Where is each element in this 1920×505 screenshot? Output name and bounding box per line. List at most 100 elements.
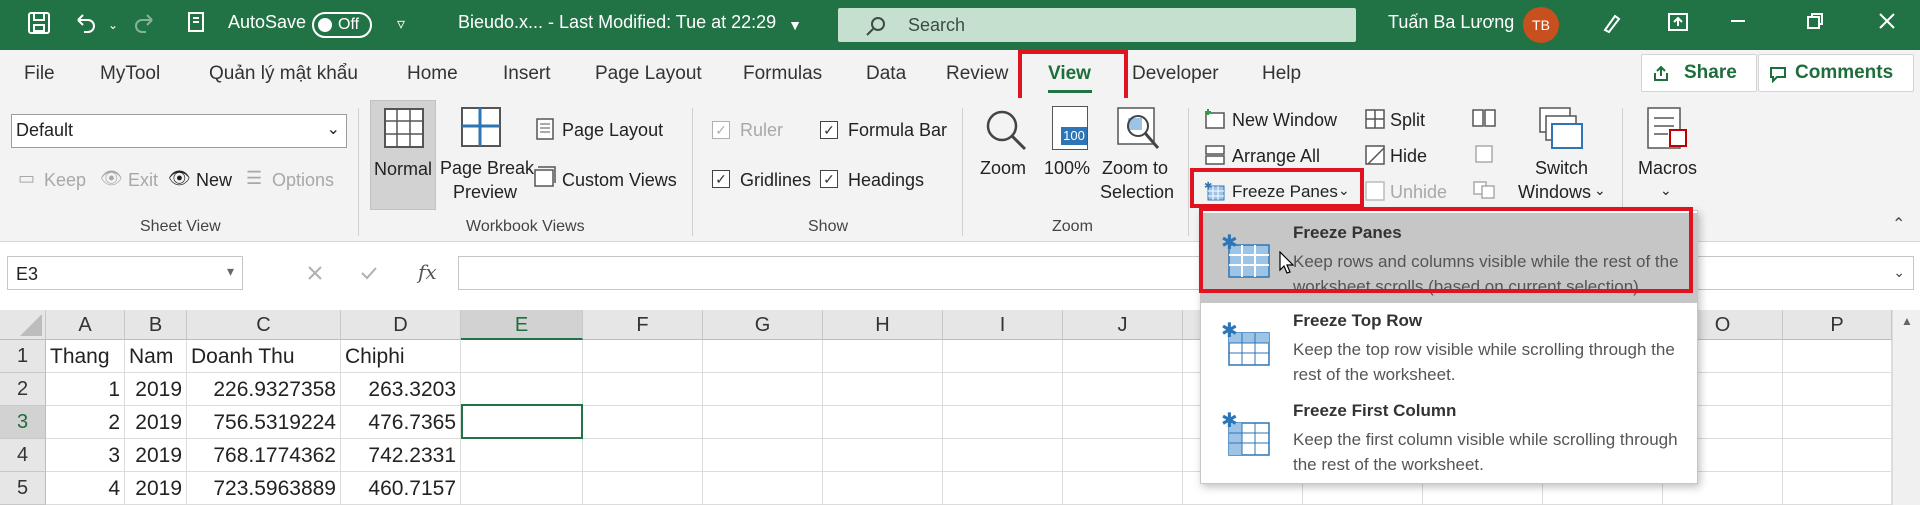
scroll-up-icon[interactable]: ▲ bbox=[1901, 314, 1913, 328]
column-header[interactable]: J bbox=[1063, 310, 1183, 340]
cell[interactable] bbox=[583, 439, 703, 472]
cell[interactable] bbox=[1783, 472, 1892, 505]
new-window-button[interactable]: New Window bbox=[1232, 110, 1337, 131]
cell[interactable]: 768.1774362 bbox=[187, 439, 341, 472]
normal-view-button[interactable]: Normal bbox=[370, 100, 436, 210]
cell[interactable] bbox=[583, 373, 703, 406]
custom-views-button[interactable]: Custom Views bbox=[562, 170, 677, 191]
zoom-100-button[interactable]: 100% bbox=[1044, 158, 1090, 179]
page-break-preview-button[interactable]: Page Break bbox=[440, 158, 534, 179]
cell[interactable]: Nam bbox=[125, 340, 187, 373]
switch-windows-button[interactable]: Switch bbox=[1535, 158, 1588, 179]
row-header[interactable]: 2 bbox=[0, 373, 46, 406]
cell[interactable] bbox=[703, 406, 823, 439]
title-dropdown-icon[interactable]: ▼ bbox=[780, 10, 810, 40]
cell[interactable]: 1 bbox=[46, 373, 125, 406]
cell[interactable] bbox=[583, 472, 703, 505]
select-all-corner[interactable] bbox=[0, 310, 46, 340]
cell[interactable] bbox=[823, 439, 943, 472]
coauthor-icon[interactable] bbox=[1597, 10, 1627, 40]
new-view-button[interactable]: New bbox=[196, 170, 232, 191]
sheet-view-dropdown[interactable]: Default ⌄ bbox=[11, 114, 347, 148]
macros-button[interactable]: Macros bbox=[1638, 158, 1697, 179]
column-header[interactable]: A bbox=[46, 310, 125, 340]
cell[interactable]: 742.2331 bbox=[341, 439, 461, 472]
undo-dropdown-icon[interactable]: ⌄ bbox=[98, 10, 128, 40]
save-icon[interactable] bbox=[24, 10, 54, 40]
form-icon[interactable] bbox=[182, 10, 212, 40]
arrange-all-button[interactable]: Arrange All bbox=[1232, 146, 1320, 167]
column-header[interactable]: E bbox=[461, 310, 583, 340]
cell[interactable] bbox=[583, 406, 703, 439]
row-header[interactable]: 4 bbox=[0, 439, 46, 472]
page-layout-button[interactable]: Page Layout bbox=[562, 120, 663, 141]
cell[interactable] bbox=[1783, 340, 1892, 373]
cell[interactable] bbox=[1063, 406, 1183, 439]
cell[interactable]: 3 bbox=[46, 439, 125, 472]
cell[interactable] bbox=[703, 472, 823, 505]
row-header[interactable]: 5 bbox=[0, 472, 46, 505]
hide-button[interactable]: Hide bbox=[1390, 146, 1427, 167]
cell[interactable] bbox=[1783, 373, 1892, 406]
headings-label[interactable]: Headings bbox=[848, 170, 924, 191]
headings-checkbox[interactable]: ✓ bbox=[820, 170, 838, 188]
cell[interactable]: Doanh Thu bbox=[187, 340, 341, 373]
insert-function-icon[interactable]: fx bbox=[418, 260, 437, 284]
cell[interactable] bbox=[703, 439, 823, 472]
cell[interactable]: 2019 bbox=[125, 439, 187, 472]
cell[interactable] bbox=[943, 373, 1063, 406]
tab-data[interactable]: Data bbox=[866, 63, 906, 85]
column-header[interactable]: H bbox=[823, 310, 943, 340]
restore-icon[interactable] bbox=[1800, 10, 1830, 40]
comments-button[interactable]: Comments bbox=[1758, 54, 1914, 92]
cell[interactable] bbox=[461, 340, 583, 373]
cell[interactable]: 2 bbox=[46, 406, 125, 439]
cell[interactable] bbox=[461, 472, 583, 505]
cell[interactable]: Thang bbox=[46, 340, 125, 373]
cell[interactable] bbox=[1063, 373, 1183, 406]
cell[interactable]: 4 bbox=[46, 472, 125, 505]
column-header[interactable]: F bbox=[583, 310, 703, 340]
split-button[interactable]: Split bbox=[1390, 110, 1425, 131]
gridlines-checkbox[interactable]: ✓ bbox=[712, 170, 730, 188]
menu-item-freeze-top-row[interactable]: ✱ Freeze Top Row Keep the top row visibl… bbox=[1201, 303, 1697, 393]
column-header[interactable]: C bbox=[187, 310, 341, 340]
cell[interactable] bbox=[1063, 472, 1183, 505]
tab-file[interactable]: File bbox=[24, 63, 55, 85]
cell[interactable]: 263.3203 bbox=[341, 373, 461, 406]
cell[interactable] bbox=[943, 439, 1063, 472]
menu-item-freeze-first-column[interactable]: ✱ Freeze First Column Keep the first col… bbox=[1201, 393, 1697, 483]
column-header[interactable]: P bbox=[1783, 310, 1892, 340]
cell[interactable] bbox=[823, 373, 943, 406]
tab-home[interactable]: Home bbox=[407, 63, 458, 85]
vertical-scrollbar[interactable]: ▲ bbox=[1892, 310, 1920, 505]
user-name[interactable]: Tuấn Ba Lương bbox=[1388, 12, 1514, 33]
cell[interactable]: 2019 bbox=[125, 406, 187, 439]
column-header[interactable]: D bbox=[341, 310, 461, 340]
cell[interactable] bbox=[943, 340, 1063, 373]
document-title[interactable]: Bieudo.x... - Last Modified: Tue at 22:2… bbox=[458, 12, 776, 33]
share-button[interactable]: Share bbox=[1641, 54, 1757, 92]
cell[interactable] bbox=[461, 439, 583, 472]
row-header[interactable]: 1 bbox=[0, 340, 46, 373]
gridlines-label[interactable]: Gridlines bbox=[740, 170, 811, 191]
tab-insert[interactable]: Insert bbox=[503, 63, 551, 85]
cell[interactable] bbox=[823, 472, 943, 505]
cell[interactable] bbox=[823, 340, 943, 373]
customize-qat-icon[interactable]: ▿ bbox=[386, 10, 416, 40]
cell[interactable] bbox=[943, 406, 1063, 439]
minimize-icon[interactable] bbox=[1723, 10, 1753, 40]
row-header[interactable]: 3 bbox=[0, 406, 46, 439]
close-icon[interactable] bbox=[1872, 10, 1902, 40]
tab-formulas[interactable]: Formulas bbox=[743, 63, 822, 85]
zoom-to-selection-button[interactable]: Zoom to bbox=[1102, 158, 1168, 179]
name-box[interactable]: E3 ▾ bbox=[7, 256, 243, 290]
cell[interactable]: 460.7157 bbox=[341, 472, 461, 505]
cell[interactable] bbox=[461, 373, 583, 406]
page-break-preview-label-2[interactable]: Preview bbox=[453, 182, 517, 203]
column-header[interactable]: B bbox=[125, 310, 187, 340]
column-header[interactable]: G bbox=[703, 310, 823, 340]
zoom-button[interactable]: Zoom bbox=[980, 158, 1026, 179]
tab-page-layout[interactable]: Page Layout bbox=[595, 63, 702, 85]
collapse-ribbon-icon[interactable]: ⌃ bbox=[1892, 214, 1905, 234]
